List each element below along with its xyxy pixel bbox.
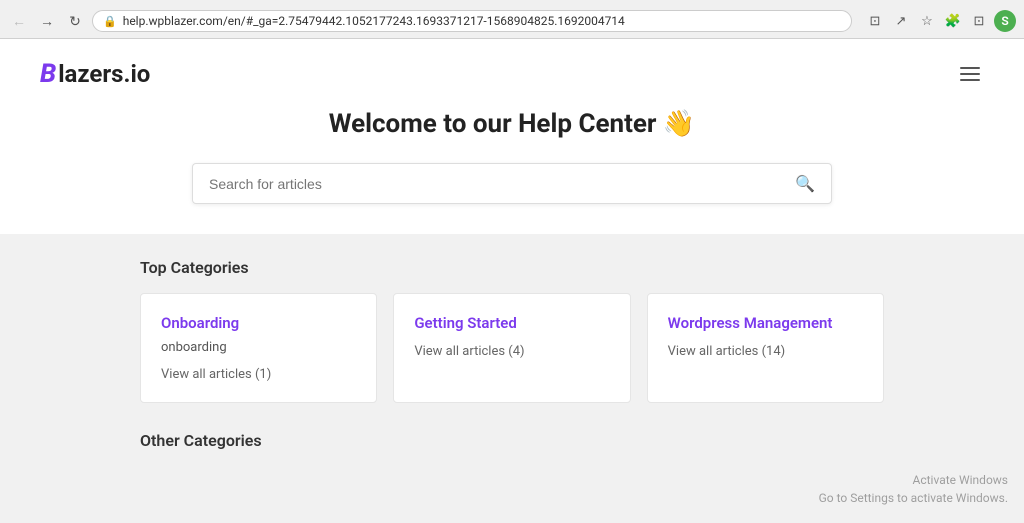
category-card-onboarding[interactable]: Onboarding onboarding View all articles … (140, 293, 377, 403)
page-wrapper: Blazers.io Welcome to our Help Center 👋 … (0, 39, 1024, 502)
other-categories-section: Other Categories (140, 431, 884, 450)
categories-grid: Onboarding onboarding View all articles … (140, 293, 884, 403)
star-button[interactable]: ☆ (916, 10, 938, 32)
share-button[interactable]: ↗ (890, 10, 912, 32)
refresh-button[interactable]: ↻ (64, 10, 86, 32)
top-bar: Blazers.io (0, 59, 1024, 89)
profile-avatar[interactable]: S (994, 10, 1016, 32)
hero-title: Welcome to our Help Center 👋 (0, 109, 1024, 139)
extensions-button[interactable]: 🧩 (942, 10, 964, 32)
hero-section: Blazers.io Welcome to our Help Center 👋 … (0, 39, 1024, 234)
category-link-wordpress[interactable]: View all articles (14) (668, 344, 863, 359)
category-name-wordpress: Wordpress Management (668, 314, 863, 332)
main-content: Top Categories Onboarding onboarding Vie… (0, 234, 1024, 474)
hamburger-menu[interactable] (956, 63, 984, 85)
address-bar[interactable]: 🔒 help.wpblazer.com/en/#_ga=2.75479442.1… (92, 10, 852, 32)
search-bar-wrapper: 🔍 (172, 163, 852, 204)
top-categories-title: Top Categories (140, 258, 884, 277)
back-button[interactable]: ← (8, 10, 30, 32)
bookmark-button[interactable]: ⊡ (864, 10, 886, 32)
lock-icon: 🔒 (103, 15, 117, 28)
category-link-onboarding[interactable]: View all articles (1) (161, 367, 356, 382)
hamburger-line-2 (960, 73, 980, 75)
category-card-getting-started[interactable]: Getting Started View all articles (4) (393, 293, 630, 403)
menu-button[interactable]: ⊡ (968, 10, 990, 32)
forward-button[interactable]: → (36, 10, 58, 32)
hamburger-line-1 (960, 67, 980, 69)
category-desc-onboarding: onboarding (161, 340, 356, 355)
category-name-getting-started: Getting Started (414, 314, 609, 332)
logo-b: B (40, 59, 56, 89)
other-categories-title: Other Categories (140, 431, 884, 450)
hamburger-line-3 (960, 79, 980, 81)
browser-chrome: ← → ↻ 🔒 help.wpblazer.com/en/#_ga=2.7547… (0, 0, 1024, 39)
browser-actions: ⊡ ↗ ☆ 🧩 ⊡ S (864, 10, 1016, 32)
search-input[interactable] (209, 176, 795, 192)
category-card-wordpress[interactable]: Wordpress Management View all articles (… (647, 293, 884, 403)
category-name-onboarding: Onboarding (161, 314, 356, 332)
address-text: help.wpblazer.com/en/#_ga=2.75479442.105… (123, 14, 841, 28)
search-icon: 🔍 (795, 174, 815, 193)
logo: Blazers.io (40, 59, 150, 89)
logo-rest: lazers.io (58, 60, 150, 88)
category-link-getting-started[interactable]: View all articles (4) (414, 344, 609, 359)
search-bar: 🔍 (192, 163, 832, 204)
browser-nav-bar: ← → ↻ 🔒 help.wpblazer.com/en/#_ga=2.7547… (8, 6, 1016, 38)
top-categories-section: Top Categories Onboarding onboarding Vie… (140, 258, 884, 403)
